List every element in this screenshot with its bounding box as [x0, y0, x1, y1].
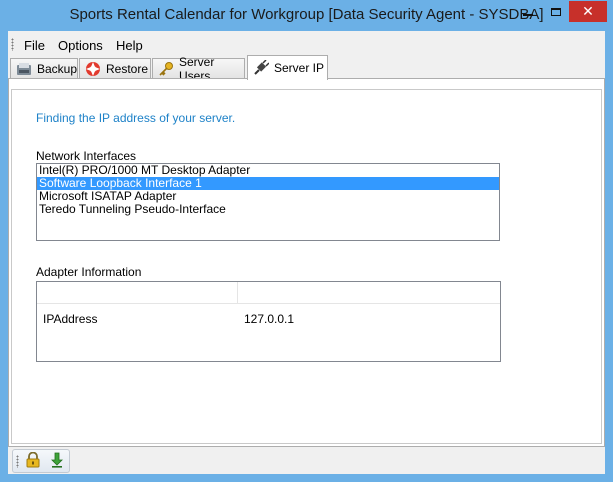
tab-server-ip[interactable]: Server IP	[247, 55, 328, 80]
tab-backup-label: Backup	[37, 62, 78, 76]
tab-restore[interactable]: Restore	[79, 58, 151, 79]
title-bar[interactable]: Sports Rental Calendar for Workgroup [Da…	[0, 0, 613, 31]
maximize-button[interactable]	[542, 1, 569, 22]
lifebuoy-icon	[85, 61, 101, 77]
grid-cell-key[interactable]: IPAddress	[43, 312, 97, 326]
download-button[interactable]	[47, 452, 67, 470]
menu-bar: File Options Help	[8, 33, 605, 55]
close-button[interactable]: ✕	[569, 1, 607, 22]
backup-icon	[16, 61, 32, 77]
tab-backup[interactable]: Backup	[10, 58, 78, 79]
close-icon: ✕	[582, 3, 594, 19]
status-toolbar	[12, 449, 70, 473]
adapter-info-grid[interactable]: IPAddress 127.0.0.1	[36, 281, 501, 362]
tab-server-ip-label: Server IP	[274, 61, 325, 75]
adapter-info-label: Adapter Information	[36, 265, 142, 279]
list-item[interactable]: Teredo Tunneling Pseudo-Interface	[37, 203, 499, 216]
status-bar	[8, 448, 605, 474]
tab-restore-label: Restore	[106, 62, 149, 76]
menu-help[interactable]: Help	[116, 38, 143, 53]
lock-button[interactable]	[23, 451, 43, 471]
app-window: Sports Rental Calendar for Workgroup [Da…	[0, 0, 613, 482]
menu-grip-icon[interactable]	[11, 38, 14, 51]
server-ip-panel	[8, 78, 605, 447]
minimize-button[interactable]	[514, 1, 541, 22]
grid-header[interactable]	[37, 282, 500, 304]
minimize-icon	[522, 13, 533, 16]
hint-text: Finding the IP address of your server.	[36, 111, 236, 125]
network-interfaces-list[interactable]: Intel(R) PRO/1000 MT Desktop Adapter Sof…	[36, 163, 500, 241]
menu-file[interactable]: File	[24, 38, 45, 53]
key-icon	[158, 61, 174, 77]
grid-cell-value[interactable]: 127.0.0.1	[244, 312, 294, 326]
network-plug-icon	[253, 59, 270, 76]
download-arrow-icon	[50, 452, 64, 471]
tab-server-users[interactable]: Server Users	[152, 55, 245, 83]
column-separator[interactable]	[237, 282, 238, 304]
network-interfaces-label: Network Interfaces	[36, 149, 137, 163]
lock-icon	[26, 451, 40, 471]
maximize-icon	[550, 7, 561, 16]
toolbar-grip-icon[interactable]	[16, 455, 19, 468]
menu-options[interactable]: Options	[58, 38, 103, 53]
client-area: File Options Help Backup Restore Server …	[8, 31, 605, 474]
tab-strip: Backup Restore Server Users Server IP	[8, 55, 605, 83]
